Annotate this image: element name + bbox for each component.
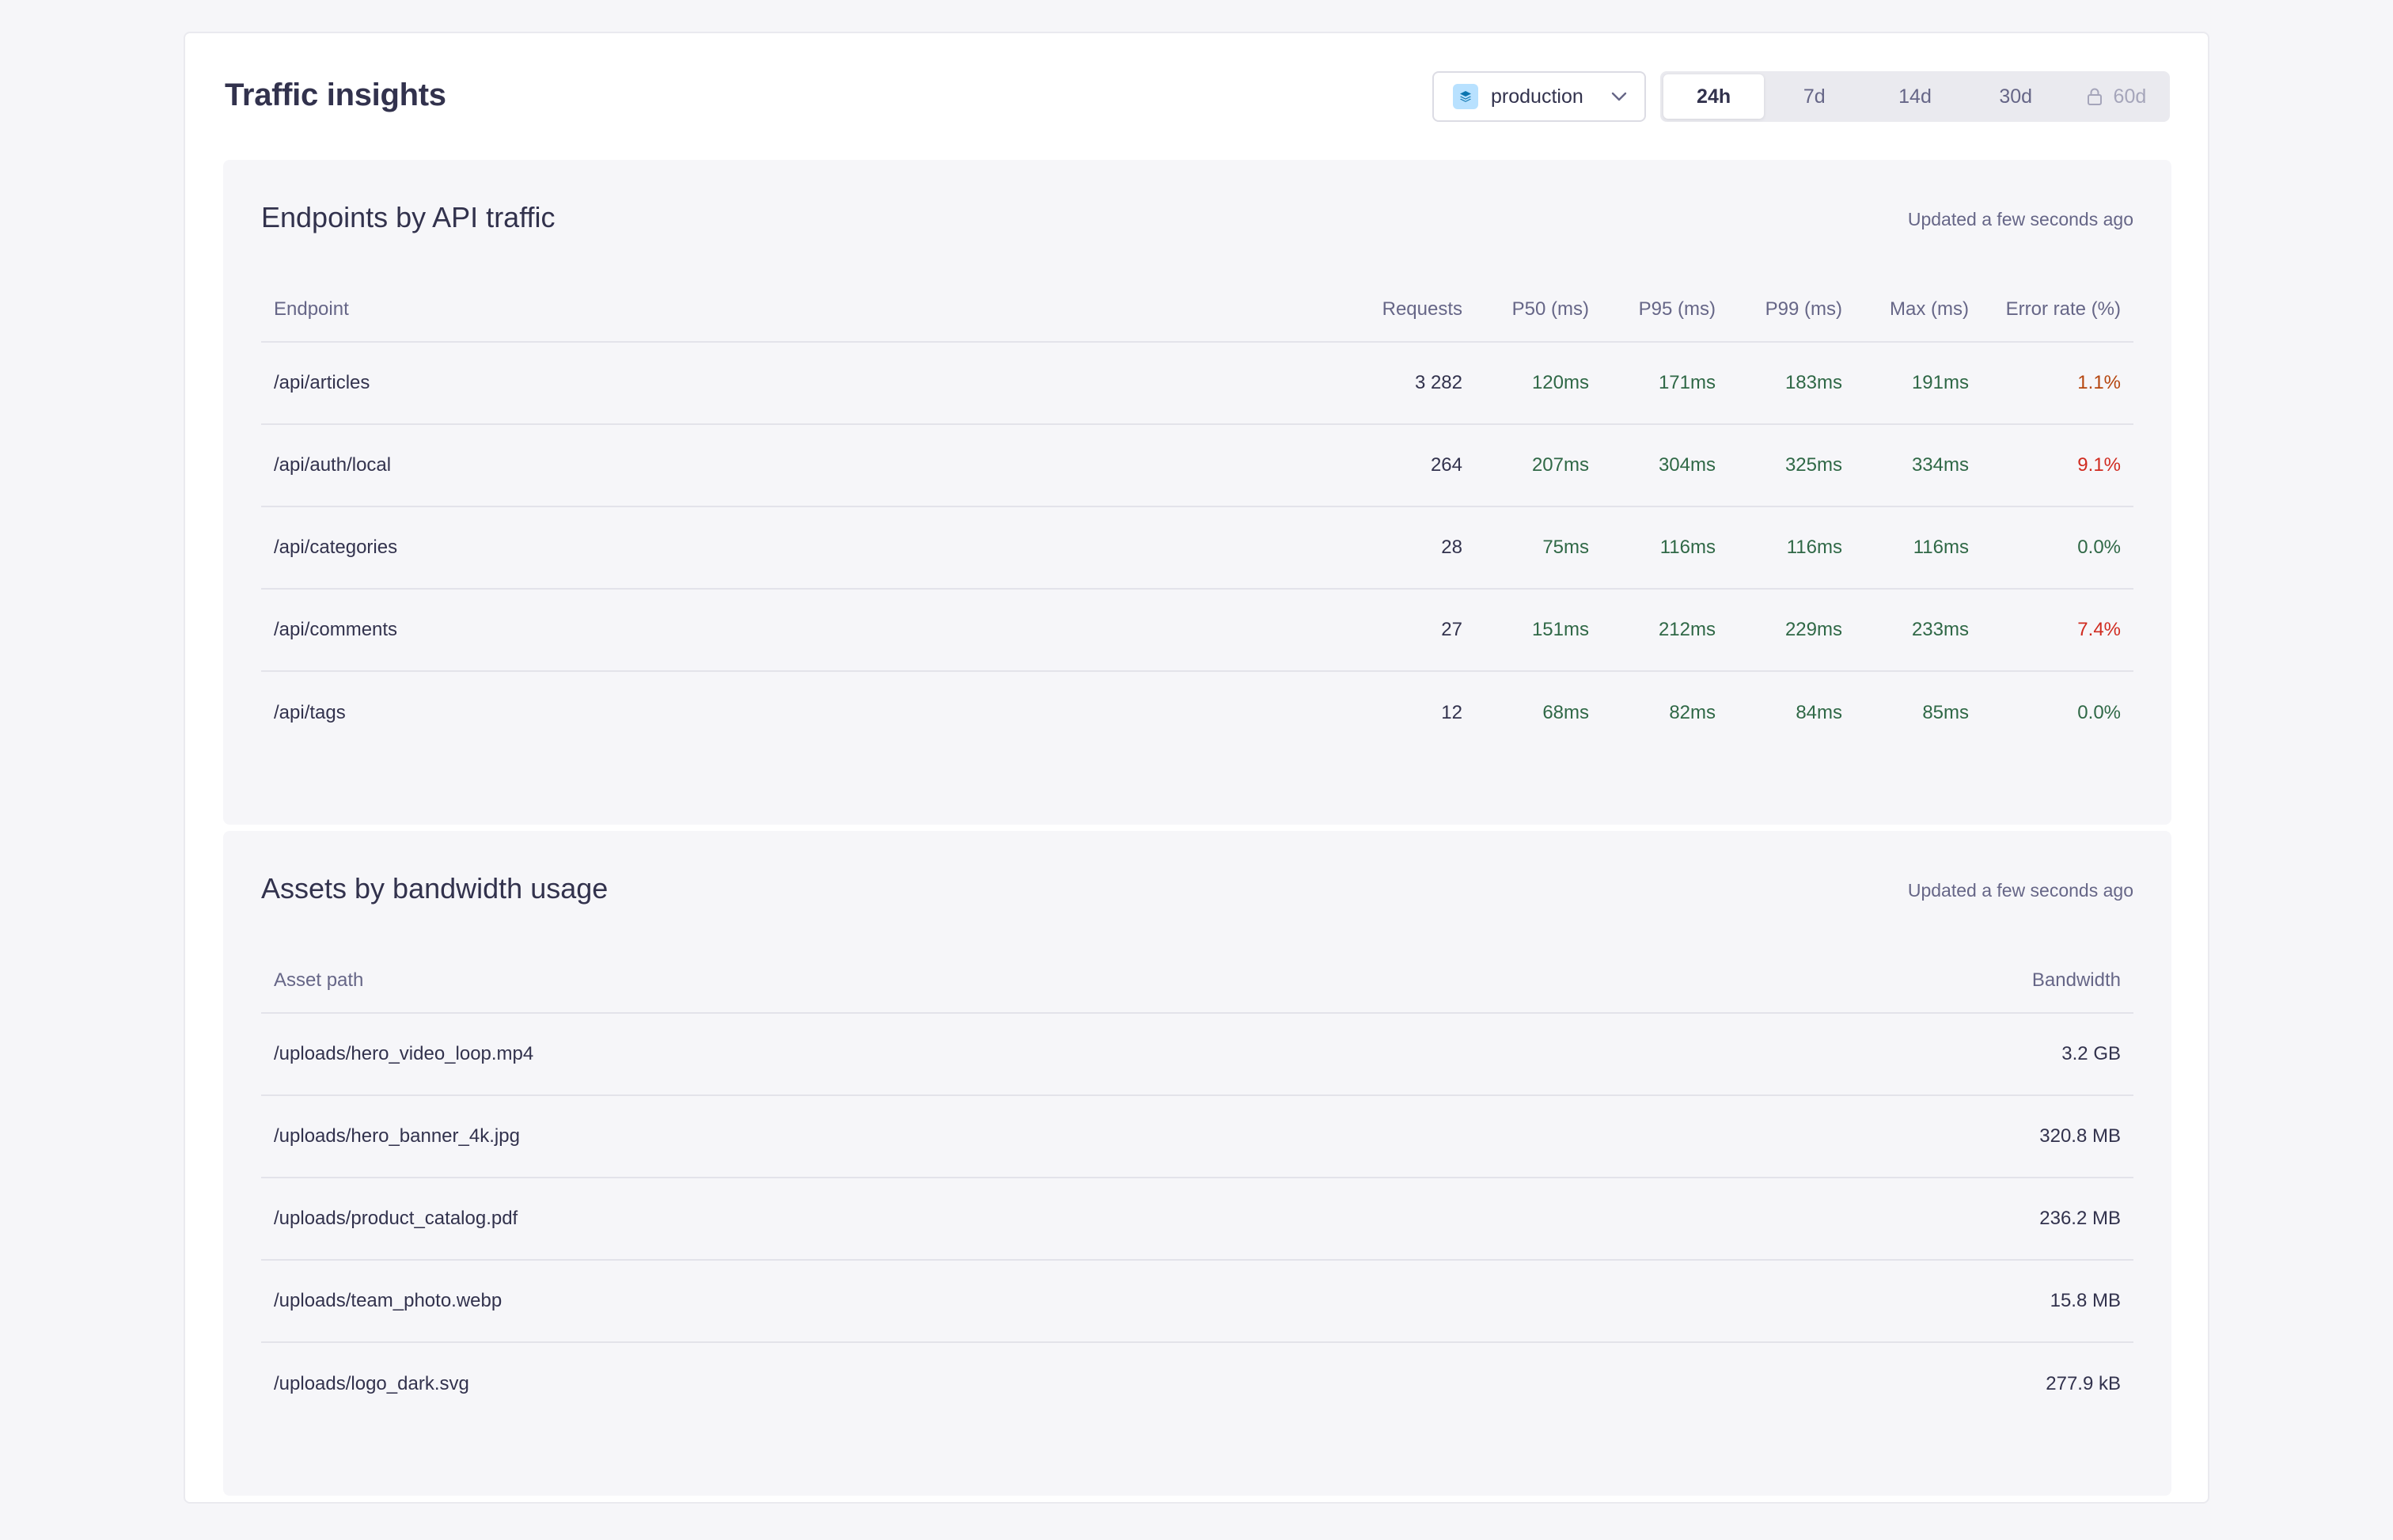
bandwidth-cell: 277.9 kB — [2046, 1372, 2121, 1394]
endpoints-table: Endpoint Requests P50 (ms) P95 (ms) P99 … — [261, 277, 2133, 753]
table-row[interactable]: /api/auth/local 264 207ms 304ms 325ms 33… — [261, 424, 2133, 507]
p50-cell: 120ms — [1475, 342, 1602, 425]
table-row[interactable]: /api/articles 3 282 120ms 171ms 183ms 19… — [261, 342, 2133, 425]
asset-path-cell: /uploads/team_photo.webp — [261, 1260, 1599, 1343]
endpoint-cell: /api/articles — [261, 342, 1348, 425]
asset-path-cell: /uploads/logo_dark.svg — [274, 1372, 469, 1394]
layers-icon — [1453, 84, 1478, 109]
endpoint-cell: /api/tags — [274, 701, 346, 723]
range-60d-label: 60d — [2113, 85, 2147, 108]
table-row[interactable]: /api/comments 27 151ms 212ms 229ms 233ms… — [261, 589, 2133, 672]
bandwidth-cell: 320.8 MB — [1598, 1095, 2133, 1178]
table-row[interactable]: /uploads/product_catalog.pdf 236.2 MB — [261, 1178, 2133, 1261]
bandwidth-cell: 15.8 MB — [1598, 1260, 2133, 1343]
asset-path-cell: /uploads/hero_banner_4k.jpg — [261, 1095, 1599, 1178]
column-header-asset-path: Asset path — [261, 948, 1599, 1014]
max-cell: 191ms — [1855, 342, 1982, 425]
endpoints-updated-status: Updated a few seconds ago — [1907, 209, 2133, 229]
chevron-down-icon — [1610, 87, 1629, 106]
p95-cell: 171ms — [1602, 342, 1728, 425]
assets-panel: Assets by bandwidth usage Updated a few … — [223, 831, 2171, 1496]
column-header-max: Max (ms) — [1855, 277, 1982, 343]
table-row[interactable]: /uploads/hero_banner_4k.jpg 320.8 MB — [261, 1095, 2133, 1178]
requests-cell: 27 — [1348, 589, 1475, 672]
p99-cell: 183ms — [1728, 342, 1855, 425]
range-14d-button[interactable]: 14d — [1864, 74, 1965, 119]
time-range-selector: 24h 7d 14d 30d 60d — [1660, 71, 2170, 122]
table-header-row: Endpoint Requests P50 (ms) P95 (ms) P99 … — [261, 277, 2133, 343]
max-cell: 334ms — [1855, 424, 1982, 507]
error-rate-cell: 0.0% — [2077, 701, 2121, 723]
environment-select-value: production — [1491, 85, 1583, 108]
endpoint-cell: /api/comments — [261, 589, 1348, 672]
page-title: Traffic insights — [225, 78, 446, 112]
lock-icon — [2087, 88, 2103, 105]
range-60d-button: 60d — [2066, 74, 2167, 119]
p95-cell: 116ms — [1602, 506, 1728, 590]
traffic-insights-card: Traffic insights production 24h 7d 14d 3… — [184, 32, 2209, 1504]
assets-table: Asset path Bandwidth /uploads/hero_video… — [261, 948, 2133, 1424]
endpoint-cell: /api/categories — [261, 506, 1348, 590]
bandwidth-cell: 3.2 GB — [1598, 1013, 2133, 1096]
table-row[interactable]: /api/tags 12 68ms 82ms 84ms 85ms 0.0% — [261, 671, 2133, 753]
p95-cell: 82ms — [1669, 701, 1716, 723]
max-cell: 85ms — [1922, 701, 1969, 723]
table-header-row: Asset path Bandwidth — [261, 948, 2133, 1014]
table-row[interactable]: /api/categories 28 75ms 116ms 116ms 116m… — [261, 506, 2133, 590]
p99-cell: 325ms — [1728, 424, 1855, 507]
error-rate-cell: 9.1% — [1982, 424, 2133, 507]
requests-cell: 28 — [1348, 506, 1475, 590]
error-rate-cell: 1.1% — [1982, 342, 2133, 425]
assets-updated-status: Updated a few seconds ago — [1907, 880, 2133, 901]
environment-select[interactable]: production — [1432, 71, 1646, 122]
asset-path-cell: /uploads/hero_video_loop.mp4 — [261, 1013, 1599, 1096]
column-header-p95: P95 (ms) — [1602, 277, 1728, 343]
column-header-bandwidth: Bandwidth — [1598, 948, 2133, 1014]
range-7d-button[interactable]: 7d — [1764, 74, 1864, 119]
max-cell: 233ms — [1855, 589, 1982, 672]
endpoints-panel: Endpoints by API traffic Updated a few s… — [223, 160, 2171, 825]
column-header-p50: P50 (ms) — [1475, 277, 1602, 343]
column-header-endpoint: Endpoint — [261, 277, 1348, 343]
assets-panel-title: Assets by bandwidth usage — [261, 872, 609, 905]
bandwidth-cell: 236.2 MB — [1598, 1178, 2133, 1261]
p50-cell: 68ms — [1542, 701, 1589, 723]
p99-cell: 116ms — [1728, 506, 1855, 590]
requests-cell: 264 — [1348, 424, 1475, 507]
endpoint-cell: /api/auth/local — [261, 424, 1348, 507]
range-24h-button[interactable]: 24h — [1663, 74, 1765, 119]
endpoints-panel-title: Endpoints by API traffic — [261, 201, 556, 233]
error-rate-cell: 0.0% — [1982, 506, 2133, 590]
column-header-error-rate: Error rate (%) — [1982, 277, 2133, 343]
range-30d-button[interactable]: 30d — [1966, 74, 2066, 119]
p99-cell: 84ms — [1796, 701, 1842, 723]
column-header-requests: Requests — [1348, 277, 1475, 343]
table-row[interactable]: /uploads/team_photo.webp 15.8 MB — [261, 1260, 2133, 1343]
column-header-p99: P99 (ms) — [1728, 277, 1855, 343]
p50-cell: 207ms — [1475, 424, 1602, 507]
p95-cell: 212ms — [1602, 589, 1728, 672]
table-row[interactable]: /uploads/logo_dark.svg 277.9 kB — [261, 1342, 2133, 1424]
error-rate-cell: 7.4% — [1982, 589, 2133, 672]
requests-cell: 12 — [1441, 701, 1462, 723]
requests-cell: 3 282 — [1348, 342, 1475, 425]
max-cell: 116ms — [1855, 506, 1982, 590]
p50-cell: 75ms — [1475, 506, 1602, 590]
asset-path-cell: /uploads/product_catalog.pdf — [261, 1178, 1599, 1261]
p99-cell: 229ms — [1728, 589, 1855, 672]
table-row[interactable]: /uploads/hero_video_loop.mp4 3.2 GB — [261, 1013, 2133, 1096]
p50-cell: 151ms — [1475, 589, 1602, 672]
p95-cell: 304ms — [1602, 424, 1728, 507]
